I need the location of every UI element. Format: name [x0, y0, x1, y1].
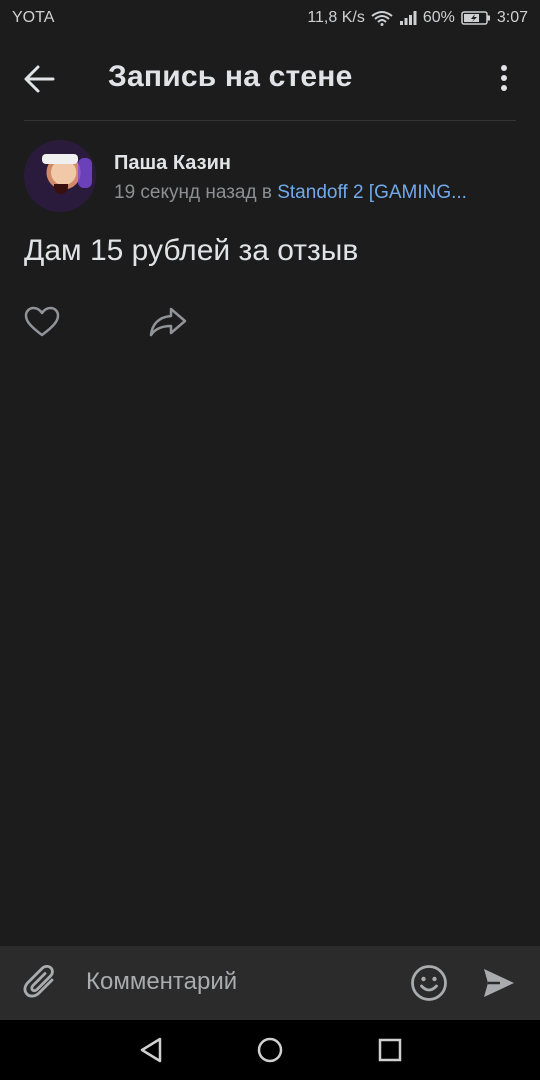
send-icon — [484, 969, 514, 997]
comment-bar — [0, 946, 540, 1020]
post-header: Паша Казин 19 секунд назад в Standoff 2 … — [0, 140, 540, 220]
status-right: 11,8 K/s 60% 3:07 — [307, 9, 528, 27]
avatar-glow — [78, 158, 92, 188]
arrow-left-icon — [24, 65, 55, 93]
signal-icon — [399, 10, 417, 26]
avatar[interactable] — [24, 140, 96, 212]
emoji-button[interactable] — [410, 964, 448, 1007]
battery-icon — [461, 10, 491, 26]
network-speed: 11,8 K/s — [307, 9, 365, 26]
send-button[interactable] — [482, 966, 516, 1005]
page-title: Запись на стене — [108, 60, 353, 93]
header-divider — [24, 120, 516, 121]
status-bar: YOTA 11,8 K/s 60% 3:07 — [0, 0, 540, 36]
post-meta: 19 секунд назад в Standoff 2 [GAMING... — [114, 182, 467, 204]
avatar-headband — [42, 154, 78, 164]
nav-recents-button[interactable] — [377, 1036, 403, 1069]
triangle-back-icon — [140, 1037, 162, 1063]
share-icon — [149, 307, 187, 337]
comment-input[interactable] — [86, 960, 386, 1004]
group-link[interactable]: Standoff 2 [GAMING... — [277, 182, 467, 203]
post-time: 19 секунд назад в — [114, 182, 278, 203]
more-button[interactable] — [492, 64, 516, 94]
wifi-icon — [371, 10, 393, 26]
author-name[interactable]: Паша Казин — [114, 152, 231, 175]
battery-percent: 60% — [422, 9, 455, 26]
app-header: Запись на стене — [0, 36, 540, 120]
more-vertical-icon — [501, 65, 507, 91]
nav-home-button[interactable] — [256, 1036, 284, 1069]
smile-icon — [411, 965, 447, 1001]
avatar-mouth — [54, 184, 68, 194]
system-nav-bar — [0, 1020, 540, 1080]
clock: 3:07 — [496, 9, 528, 26]
post-actions — [0, 304, 540, 344]
share-button[interactable] — [148, 306, 188, 343]
circle-home-icon — [257, 1037, 283, 1063]
back-button[interactable] — [22, 62, 62, 96]
heart-icon — [24, 306, 60, 337]
nav-back-button[interactable] — [138, 1036, 164, 1069]
paperclip-icon — [23, 964, 54, 998]
like-button[interactable] — [24, 306, 60, 343]
attach-button[interactable] — [22, 964, 60, 1007]
post-text: Дам 15 рублей за отзыв — [24, 234, 359, 267]
square-recents-icon — [378, 1038, 402, 1062]
carrier-label: YOTA — [12, 9, 55, 26]
